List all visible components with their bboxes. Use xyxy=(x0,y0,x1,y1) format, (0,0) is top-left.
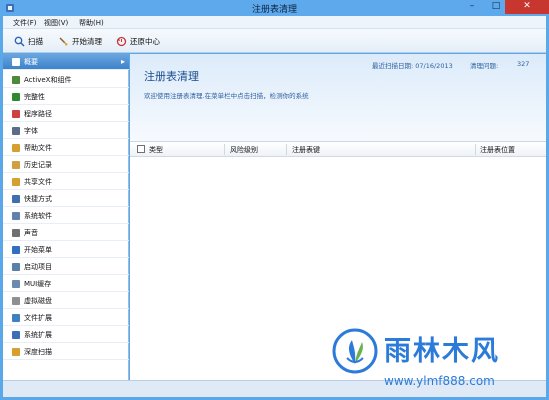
sidebar-item-program-path[interactable]: 程序路径 xyxy=(3,106,129,122)
start-menu-icon xyxy=(12,245,20,254)
sound-icon xyxy=(12,228,20,237)
menu-bar: 文件(F) 视图(V) 帮助(H) xyxy=(3,16,546,29)
sidebar-item-label: 系统软件 xyxy=(24,211,52,220)
virtual-disk-icon xyxy=(12,296,20,305)
watermark-name: 雨林木风 xyxy=(384,336,500,367)
welcome-description: 欢迎使用注册表清理.在菜单栏中点击扫描，检测你的系统 xyxy=(144,92,309,100)
watermark-url: www.ylmf888.com xyxy=(384,374,495,388)
scan-button[interactable]: 扫描 xyxy=(14,34,43,48)
system-software-icon xyxy=(12,211,20,220)
broom-icon xyxy=(59,37,68,46)
sidebar-item-label: ActiveX和组件 xyxy=(24,75,72,84)
column-divider[interactable] xyxy=(475,144,476,155)
scan-button-label: 扫描 xyxy=(28,36,43,46)
sidebar-item-label: 帮助文件 xyxy=(24,143,52,152)
sidebar-item-startup[interactable]: 启动项目 xyxy=(3,259,129,275)
sidebar-item-label: 系统扩展 xyxy=(24,330,52,339)
sidebar-item-file-extensions[interactable]: 文件扩展 xyxy=(3,310,129,326)
sidebar-item-label: 虚拟磁盘 xyxy=(24,296,52,305)
start-clean-button[interactable]: 开始清理 xyxy=(58,34,102,48)
sidebar-item-label: 程序路径 xyxy=(24,109,52,118)
sidebar-item-label: 开始菜单 xyxy=(24,245,52,254)
sidebar-item-virtual-disk[interactable]: 虚拟磁盘 xyxy=(3,293,129,309)
column-registry-key[interactable]: 注册表键 xyxy=(292,145,320,155)
shared-file-icon xyxy=(12,177,20,186)
menu-file[interactable]: 文件(F) xyxy=(13,18,37,28)
sidebar-item-system-software[interactable]: 系统软件 xyxy=(3,208,129,224)
sidebar-item-label: MUI缓存 xyxy=(24,279,52,288)
sidebar-item-label: 声音 xyxy=(24,228,38,237)
sidebar-item-shared-files[interactable]: 共享文件 xyxy=(3,174,129,190)
column-registry-location[interactable]: 注册表位置 xyxy=(480,145,515,155)
mui-cache-icon xyxy=(12,279,20,288)
title-bar[interactable]: 注册表清理 – □ ✕ xyxy=(0,0,549,16)
sidebar-item-label: 历史记录 xyxy=(24,160,52,169)
integrity-icon xyxy=(12,92,20,101)
sidebar-item-deep-scan[interactable]: 深度扫描 xyxy=(3,344,129,360)
column-type[interactable]: 类型 xyxy=(149,145,163,155)
menu-help[interactable]: 帮助(H) xyxy=(79,18,104,28)
program-path-icon xyxy=(12,109,20,118)
page-title: 注册表清理 xyxy=(144,70,199,83)
sidebar-item-label: 文件扩展 xyxy=(24,313,52,322)
sidebar-item-integrity[interactable]: 完整性 xyxy=(3,89,129,105)
column-divider[interactable] xyxy=(224,144,225,155)
sidebar-item-history[interactable]: 历史记录 xyxy=(3,157,129,173)
deep-scan-icon xyxy=(12,347,20,356)
sidebar-item-label: 概要 xyxy=(24,57,38,66)
category-sidebar: 概要 ▸ ActiveX和组件 完整性 程序路径 字体 帮助文件 历史记录 共享… xyxy=(3,54,129,380)
sidebar-item-mui-cache[interactable]: MUI缓存 xyxy=(3,276,129,292)
column-divider[interactable] xyxy=(286,144,287,155)
select-all-checkbox[interactable] xyxy=(137,145,145,153)
startup-icon xyxy=(12,262,20,271)
restore-icon xyxy=(116,36,127,46)
sidebar-item-label: 字体 xyxy=(24,126,38,135)
chevron-right-icon: ▸ xyxy=(120,57,125,66)
sidebar-item-sound[interactable]: 声音 xyxy=(3,225,129,241)
restore-center-button[interactable]: 还原中心 xyxy=(116,34,160,48)
summary-icon xyxy=(12,57,20,66)
restore-center-button-label: 还原中心 xyxy=(130,36,160,46)
sidebar-item-system-extensions[interactable]: 系统扩展 xyxy=(3,327,129,343)
activex-icon xyxy=(12,75,20,84)
sidebar-item-help-files[interactable]: 帮助文件 xyxy=(3,140,129,156)
minimize-button[interactable]: – xyxy=(461,0,483,14)
issues-count: 327 xyxy=(517,60,530,68)
menu-view[interactable]: 视图(V) xyxy=(44,18,68,28)
start-clean-button-label: 开始清理 xyxy=(72,36,102,46)
summary-header: 最近扫描日期: 07/16/2013 清理问题: 327 注册表清理 欢迎使用注… xyxy=(130,54,546,142)
last-scan-date: 最近扫描日期: 07/16/2013 xyxy=(372,62,453,70)
toolbar: 扫描 开始清理 还原中心 xyxy=(3,29,546,53)
issues-label: 清理问题: xyxy=(470,62,499,70)
column-risk-level[interactable]: 风险级别 xyxy=(230,145,258,155)
shortcut-icon xyxy=(12,194,20,203)
history-icon xyxy=(12,160,20,169)
font-icon xyxy=(12,126,20,135)
app-window: 注册表清理 – □ ✕ 文件(F) 视图(V) 帮助(H) 扫描 开始清理 还原… xyxy=(0,0,549,400)
watermark: 雨林木风 www.ylmf888.com xyxy=(326,322,549,400)
sidebar-item-label: 深度扫描 xyxy=(24,347,52,356)
sidebar-item-label: 共享文件 xyxy=(24,177,52,186)
sidebar-item-shortcuts[interactable]: 快捷方式 xyxy=(3,191,129,207)
maximize-button[interactable]: □ xyxy=(485,0,507,14)
close-button[interactable]: ✕ xyxy=(505,0,549,14)
sidebar-item-fonts[interactable]: 字体 xyxy=(3,123,129,139)
system-extension-icon xyxy=(12,330,20,339)
sidebar-item-start-menu[interactable]: 开始菜单 xyxy=(3,242,129,258)
sidebar-item-label: 快捷方式 xyxy=(24,194,52,203)
table-header: 类型 风险级别 注册表键 注册表位置 xyxy=(130,142,546,157)
ylmf-logo-icon xyxy=(332,328,378,374)
file-extension-icon xyxy=(12,313,20,322)
help-file-icon xyxy=(12,143,20,152)
sidebar-item-label: 启动项目 xyxy=(24,262,52,271)
sidebar-item-label: 完整性 xyxy=(24,92,45,101)
sidebar-item-activex[interactable]: ActiveX和组件 xyxy=(3,72,129,88)
sidebar-item-summary[interactable]: 概要 ▸ xyxy=(3,54,129,70)
magnifier-icon xyxy=(14,36,25,47)
